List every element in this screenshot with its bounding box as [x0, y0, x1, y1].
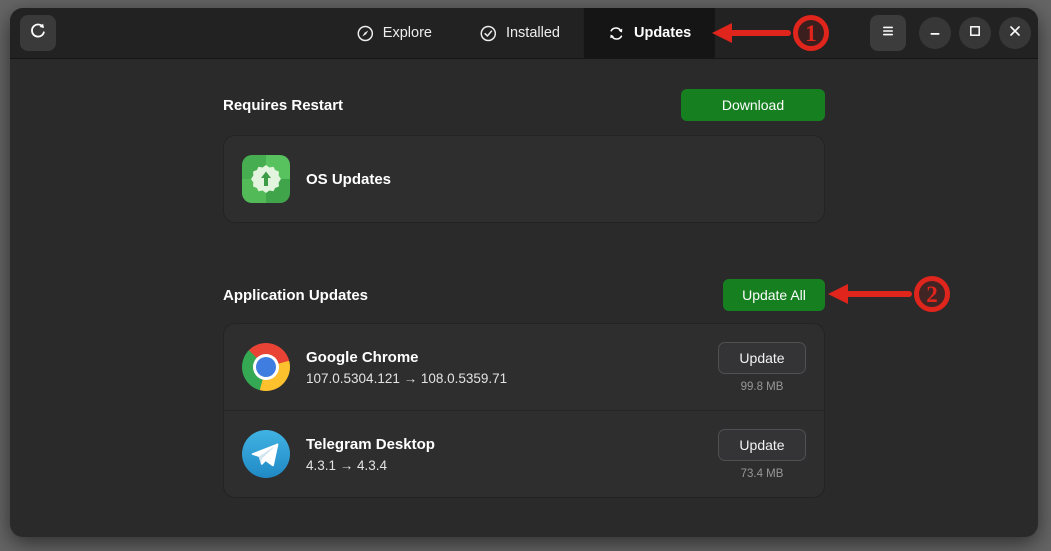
- primary-menu-button[interactable]: [870, 15, 906, 51]
- requires-restart-card: OS Updates: [223, 135, 825, 223]
- download-size: 99.8 MB: [741, 381, 784, 393]
- update-button-telegram[interactable]: Update: [718, 429, 806, 461]
- download-button[interactable]: Download: [681, 89, 825, 121]
- maximize-icon: [968, 24, 982, 43]
- app-row-google-chrome[interactable]: Google Chrome 107.0.5304.121 → 108.0.535…: [224, 324, 824, 410]
- chrome-icon: [242, 343, 290, 391]
- application-updates-card: Google Chrome 107.0.5304.121 → 108.0.535…: [223, 323, 825, 498]
- hamburger-menu-icon: [880, 23, 896, 44]
- minimize-icon: [928, 24, 942, 43]
- os-updates-row[interactable]: OS Updates: [224, 136, 824, 222]
- app-name: Google Chrome: [306, 349, 507, 366]
- app-name: OS Updates: [306, 171, 391, 188]
- requires-restart-header: Requires Restart Download: [223, 89, 825, 121]
- close-button[interactable]: [999, 17, 1031, 49]
- app-version-change: 4.3.1 → 4.3.4: [306, 458, 435, 473]
- compass-icon: [357, 25, 374, 42]
- refresh-button[interactable]: [20, 15, 56, 51]
- window-controls: [870, 15, 1031, 51]
- download-size: 73.4 MB: [741, 468, 784, 480]
- updates-page: Requires Restart Download OS Updates: [10, 59, 1038, 537]
- refresh-icon: [608, 25, 625, 42]
- maximize-button[interactable]: [959, 17, 991, 49]
- update-all-button[interactable]: Update All: [723, 279, 825, 311]
- application-updates-header: Application Updates Update All: [223, 279, 825, 311]
- tab-explore[interactable]: Explore: [333, 8, 456, 58]
- section-title: Application Updates: [223, 287, 368, 304]
- telegram-icon: [242, 430, 290, 478]
- tab-updates[interactable]: Updates: [584, 8, 715, 58]
- update-button-chrome[interactable]: Update: [718, 342, 806, 374]
- tab-installed[interactable]: Installed: [456, 8, 584, 58]
- tab-label: Updates: [634, 25, 691, 41]
- minimize-button[interactable]: [919, 17, 951, 49]
- close-icon: [1008, 24, 1022, 43]
- app-name: Telegram Desktop: [306, 436, 435, 453]
- headerbar: Explore Installed: [10, 8, 1038, 59]
- check-circle-icon: [480, 25, 497, 42]
- section-title: Requires Restart: [223, 97, 343, 114]
- refresh-icon: [29, 22, 47, 45]
- app-row-telegram-desktop[interactable]: Telegram Desktop 4.3.1 → 4.3.4 Update 73…: [224, 410, 824, 497]
- tab-label: Explore: [383, 25, 432, 41]
- view-switcher: Explore Installed: [333, 8, 715, 58]
- tab-label: Installed: [506, 25, 560, 41]
- app-version-change: 107.0.5304.121 → 108.0.5359.71: [306, 371, 507, 386]
- os-updates-icon: [242, 155, 290, 203]
- gnome-software-window: Explore Installed: [10, 8, 1038, 537]
